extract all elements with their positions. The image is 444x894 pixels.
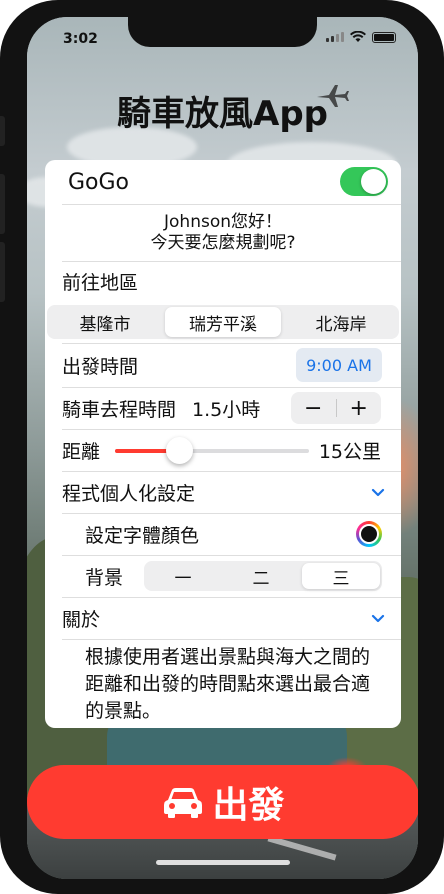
segment-keelung[interactable]: 基隆市	[47, 305, 163, 339]
about-row[interactable]: 關於	[45, 597, 401, 639]
about-label: 關於	[62, 608, 101, 631]
segment-background-3[interactable]: 三	[302, 563, 380, 589]
phone-device: 3:02 騎車放風App GoGo Johnson您好！ 今天要怎麼規劃呢? 前…	[0, 0, 444, 894]
personalize-label: 程式個人化設定	[62, 482, 196, 505]
gogo-toggle[interactable]	[340, 167, 388, 196]
signal-icon	[326, 32, 344, 42]
go-button[interactable]: 出發	[27, 765, 418, 839]
distance-value: 15公里	[318, 440, 381, 463]
chevron-down-icon[interactable]	[371, 613, 385, 623]
chevron-down-icon[interactable]	[371, 487, 385, 497]
gogo-row: GoGo	[45, 160, 401, 204]
volume-down-button	[0, 242, 5, 302]
font-color-label: 設定字體顏色	[85, 524, 200, 547]
home-indicator[interactable]	[156, 860, 290, 865]
settings-card: GoGo Johnson您好！ 今天要怎麼規劃呢? 前往地區 基隆市 瑞芳平溪 …	[45, 160, 401, 728]
app-title: 騎車放風App	[117, 94, 328, 134]
notch	[128, 17, 317, 47]
departure-row: 出發時間 9:00 AM	[45, 343, 401, 387]
about-text: 根據使用者選出景點與海大之間的距離和出發的時間點來選出最合適的景點。	[85, 646, 371, 722]
volume-up-button	[0, 174, 5, 234]
stepper-plus-button[interactable]: +	[337, 396, 382, 421]
status-time: 3:02	[63, 31, 98, 47]
segment-background-1[interactable]: 一	[144, 561, 222, 591]
background-label: 背景	[85, 566, 124, 589]
silent-switch	[0, 116, 5, 146]
ride-time-value: 1.5小時	[192, 398, 261, 421]
distance-slider[interactable]	[115, 437, 309, 464]
departure-time-picker[interactable]: 9:00 AM	[296, 348, 382, 382]
divider	[62, 639, 401, 640]
personalize-row[interactable]: 程式個人化設定	[45, 471, 401, 513]
go-button-label: 出發	[212, 785, 285, 826]
font-color-row: 設定字體顏色	[45, 513, 401, 555]
ride-time-label: 騎車去程時間	[62, 398, 177, 421]
destination-segmented-control: 基隆市 瑞芳平溪 北海岸	[47, 305, 399, 339]
segment-background-2[interactable]: 二	[222, 561, 300, 591]
destination-label: 前往地區	[62, 271, 139, 294]
stepper-minus-button[interactable]: −	[291, 396, 336, 421]
greeting-line-1: Johnson您好！	[164, 212, 282, 232]
ride-time-row: 騎車去程時間 1.5小時 − +	[45, 387, 401, 429]
color-picker-well[interactable]	[356, 521, 382, 547]
battery-icon	[372, 31, 396, 43]
distance-label: 距離	[62, 440, 101, 463]
airplane-icon	[317, 85, 349, 107]
segment-north-coast[interactable]: 北海岸	[283, 305, 399, 339]
destination-row: 前往地區	[45, 261, 401, 301]
status-icons	[326, 31, 396, 43]
greeting-line-2: 今天要怎麼規劃呢?	[150, 233, 296, 253]
ride-time-stepper: − +	[291, 392, 381, 424]
segment-ruifang-pingxi[interactable]: 瑞芳平溪	[165, 307, 281, 337]
background-segmented-control: 一 二 三	[144, 561, 382, 591]
wifi-icon	[350, 31, 366, 42]
car-icon	[164, 788, 203, 818]
distance-slider-thumb[interactable]	[166, 437, 194, 464]
departure-label: 出發時間	[62, 355, 139, 378]
gogo-label: GoGo	[68, 169, 130, 195]
divider	[62, 204, 401, 205]
screen: 3:02 騎車放風App GoGo Johnson您好！ 今天要怎麼規劃呢? 前…	[27, 17, 418, 879]
